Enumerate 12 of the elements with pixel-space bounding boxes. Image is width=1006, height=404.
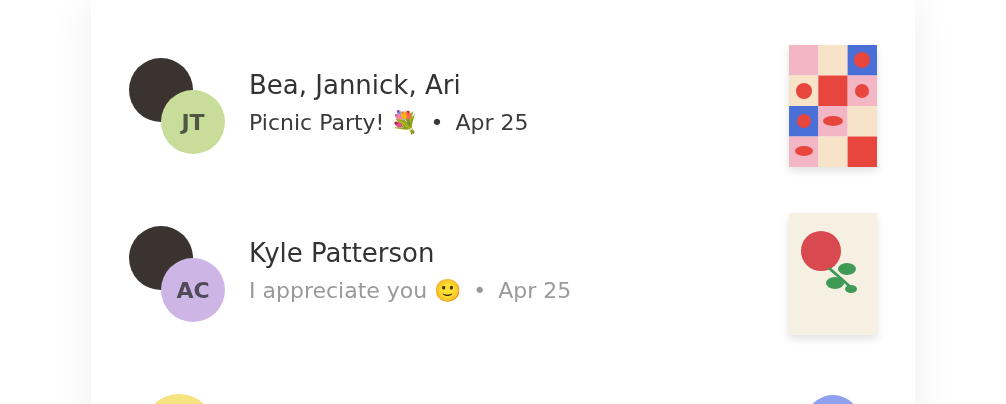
message-date: Apr 25 — [455, 110, 529, 135]
separator-dot: • — [473, 278, 487, 303]
message-preview: Picnic Party! 💐 — [249, 110, 419, 135]
card-thumbnail-drawing[interactable] — [789, 45, 877, 167]
conversation-title[interactable]: Kyle Patterson — [249, 238, 789, 268]
conversation-title[interactable]: Bea, Jannick, Ari — [249, 70, 789, 100]
message-preview: I appreciate you 🙂 — [249, 278, 462, 303]
avatar: JT — [161, 90, 225, 154]
avatar: AC — [161, 258, 225, 322]
separator-dot: • — [430, 110, 444, 135]
message-date: Apr 25 — [498, 278, 572, 303]
card-thumbnail-drawing[interactable] — [789, 213, 877, 335]
